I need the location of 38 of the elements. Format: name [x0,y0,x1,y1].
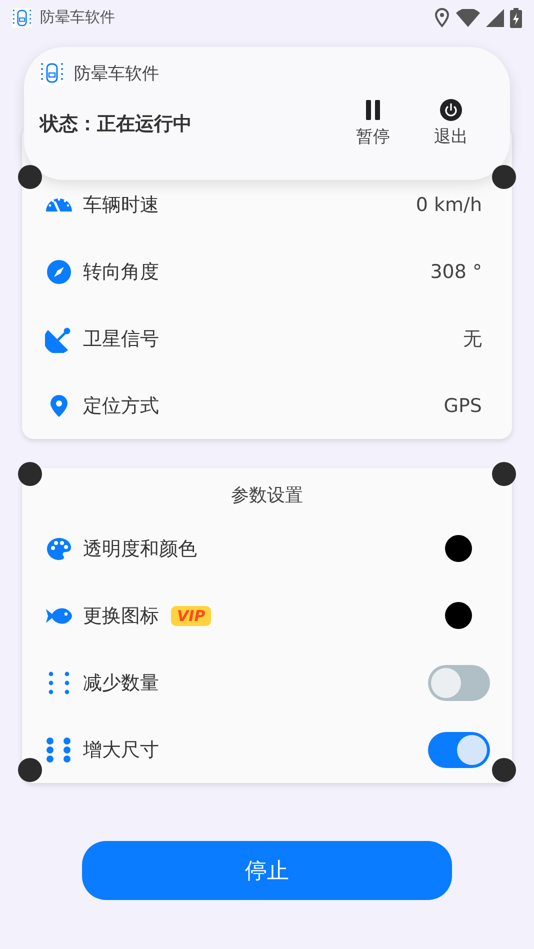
info-value: 0 km/h [416,194,482,216]
wifi-icon [456,8,480,26]
color-swatch[interactable] [445,602,472,629]
notification-title: 防晕车软件 [40,8,115,27]
resize-handle[interactable] [18,462,42,486]
toggle-switch[interactable] [428,732,490,768]
battery-charging-icon [510,8,522,28]
power-icon [440,99,462,121]
exit-button[interactable]: 退出 [426,99,476,148]
resize-handle[interactable] [492,462,516,486]
speedometer-icon [45,198,73,212]
setting-label: 更换图标 [83,604,159,628]
setting-label: 透明度和颜色 [83,536,197,562]
info-value: 无 [463,326,482,352]
vip-badge: VIP [171,606,212,626]
dots-icon [45,736,73,764]
status-text: 状态：正在运行中 [40,112,192,136]
settings-title: 参数设置 [231,484,303,507]
app-icon [40,61,64,85]
resize-handle[interactable] [18,165,42,189]
color-swatch[interactable] [445,535,472,562]
info-label: 定位方式 [83,394,159,418]
location-icon [434,8,450,28]
setting-label: 增大尺寸 [83,738,159,762]
info-value: GPS [444,394,482,416]
compass-icon [45,258,73,286]
panel-title: 防晕车软件 [74,62,159,84]
info-label: 转向角度 [83,260,159,284]
info-value: 308 ° [430,260,482,282]
signal-icon [486,8,504,26]
stop-button[interactable]: 停止 [82,841,452,900]
info-label: 车辆时速 [83,192,159,218]
toggle-switch[interactable] [428,664,490,700]
info-label: 卫星信号 [83,326,159,352]
resize-handle[interactable] [18,758,42,782]
setting-label: 减少数量 [83,670,159,696]
pause-button[interactable]: 暂停 [348,99,398,148]
app-icon [12,8,32,28]
